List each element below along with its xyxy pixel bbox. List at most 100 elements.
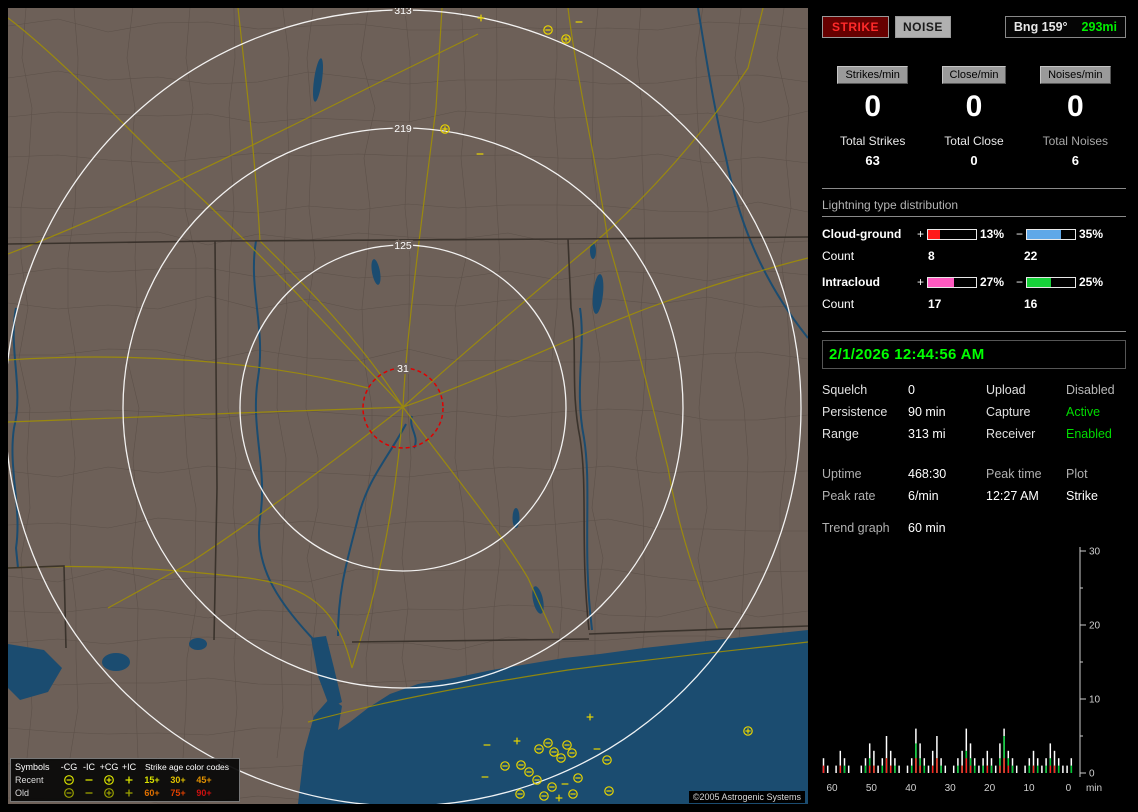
age-code-60: 60+	[144, 787, 160, 798]
age-code-30: 30+	[170, 774, 186, 785]
squelch-label: Squelch	[822, 383, 868, 397]
minus-sign: −	[1015, 227, 1023, 241]
close-per-min-value: 0	[965, 90, 983, 123]
svg-text:20: 20	[984, 783, 996, 794]
svg-text:60: 60	[826, 783, 838, 794]
count-label: Count	[822, 249, 855, 263]
ic-minus-pct: 25%	[1079, 275, 1104, 289]
close-per-min-label: Close/min	[941, 66, 1007, 84]
cg-minus-bar	[1026, 228, 1076, 240]
total-strikes-value: 63	[865, 153, 880, 168]
distribution-title: Lightning type distribution	[822, 198, 1126, 217]
ic-plus-pct: 27%	[980, 275, 1005, 289]
cg-minus-count: 22	[1024, 249, 1038, 263]
age-code-15: 15+	[144, 774, 160, 785]
legend-type-pcg: +CG	[99, 761, 119, 772]
stats-grid: Uptime 468:30 Peak time Plot Peak rate 6…	[822, 467, 1126, 503]
plus-icon	[119, 774, 139, 786]
plus-icon	[119, 787, 139, 799]
receiver-label: Receiver	[986, 427, 1036, 441]
datetime-display: 2/1/2026 12:44:56 AM	[822, 340, 1126, 369]
total-noises-value: 6	[1071, 153, 1079, 168]
total-noises: Total Noises 6	[1025, 134, 1126, 168]
total-close: Total Close 0	[923, 134, 1024, 168]
ic-minus-bar	[1026, 276, 1076, 288]
legend-recent-label: Recent	[15, 774, 44, 785]
intracloud-label: Intracloud	[822, 275, 881, 289]
legend-age-header: Strike age color codes	[144, 761, 230, 772]
minus-icon	[79, 774, 99, 786]
minus-sign: −	[1015, 275, 1023, 289]
range-ring-label: 313	[394, 8, 412, 17]
control-panel: STRIKE NOISE Bng 159° 293mi Strikes/min …	[816, 8, 1130, 804]
total-strikes-label: Total Strikes	[839, 134, 906, 148]
circle-minus-icon	[59, 774, 79, 786]
divider	[822, 331, 1126, 332]
stormvue-app: 313 219 125 31 Symbols -CG -IC +CG +IC Stri…	[0, 0, 1138, 812]
uptime-label: Uptime	[822, 467, 862, 481]
noise-mode-button[interactable]: NOISE	[895, 16, 951, 38]
copyright-text: ©2005 Astrogenic Systems	[688, 791, 805, 803]
legend-type-pic: +IC	[121, 761, 137, 772]
circle-plus-icon	[99, 774, 119, 786]
capture-status: Active	[1066, 405, 1101, 419]
cloud-ground-count-row: Count 8 22	[822, 249, 1126, 263]
legend-symbols-header: Symbols	[15, 761, 50, 772]
cg-plus-bar	[927, 228, 977, 240]
map-canvas: 313 219 125 31	[8, 8, 808, 804]
intracloud-count-row: Count 17 16	[822, 297, 1126, 311]
svg-text:40: 40	[905, 783, 917, 794]
ic-plus-bar	[927, 276, 977, 288]
total-close-label: Total Close	[944, 134, 1004, 148]
capture-label: Capture	[986, 405, 1031, 419]
svg-text:0: 0	[1066, 783, 1072, 794]
settings-grid: Squelch 0 Upload Disabled Persistence 90…	[822, 383, 1126, 441]
noises-per-min-label: Noises/min	[1040, 66, 1111, 84]
age-code-75: 75+	[170, 787, 186, 798]
range-ring-label: 219	[394, 123, 412, 135]
ic-plus-count: 17	[928, 297, 942, 311]
plot-label: Plot	[1066, 467, 1088, 481]
circle-minus-icon	[59, 787, 79, 799]
peak-rate-value: 6/min	[908, 489, 939, 503]
svg-text:min: min	[1086, 783, 1102, 794]
upload-label: Upload	[986, 383, 1026, 397]
total-close-value: 0	[970, 153, 978, 168]
svg-text:30: 30	[945, 783, 957, 794]
trend-window-value: 60 min	[908, 521, 946, 535]
plus-sign: +	[916, 275, 924, 289]
strikes-per-min-label: Strikes/min	[837, 66, 908, 84]
bearing-distance: 293mi	[1081, 20, 1117, 34]
peak-time-value: 12:27 AM	[986, 489, 1039, 503]
plot-value: Strike	[1066, 489, 1098, 503]
total-strikes: Total Strikes 63	[822, 134, 923, 168]
minus-icon	[79, 787, 99, 799]
totals-row: Total Strikes 63 Total Close 0 Total Noi…	[822, 134, 1126, 168]
count-label: Count	[822, 297, 855, 311]
cg-minus-pct: 35%	[1079, 227, 1104, 241]
noises-per-min-value: 0	[1066, 90, 1084, 123]
total-noises-label: Total Noises	[1042, 134, 1108, 148]
persistence-label: Persistence	[822, 405, 888, 419]
trend-graph-label: Trend graph	[822, 521, 890, 535]
legend-type-ncg: -CG	[60, 761, 78, 772]
cg-plus-pct: 13%	[980, 227, 1005, 241]
legend-old-row: Old 60+ 75+ 90+	[15, 786, 235, 799]
legend-type-nic: -IC	[83, 761, 95, 772]
legend-old-label: Old	[15, 787, 30, 798]
uptime-value: 468:30	[908, 467, 947, 481]
age-code-90: 90+	[196, 787, 212, 798]
svg-text:10: 10	[1023, 783, 1035, 794]
mode-row: STRIKE NOISE Bng 159° 293mi	[822, 16, 1126, 38]
trend-graph: 30 20 10 0 60 50 40 30 20 10 0 min	[822, 547, 1102, 794]
svg-text:10: 10	[1089, 695, 1101, 706]
legend-header-row: Symbols -CG -IC +CG +IC Strike age color…	[15, 760, 235, 773]
range-ring-label: 31	[397, 363, 409, 375]
lightning-map: 313 219 125 31 Symbols -CG -IC +CG +IC Stri…	[8, 8, 808, 804]
strike-mode-button[interactable]: STRIKE	[822, 16, 890, 38]
range-label: Range	[822, 427, 859, 441]
range-value: 313 mi	[908, 427, 946, 441]
persistence-value: 90 min	[908, 405, 946, 419]
noises-per-min-meter: Noises/min 0	[1025, 66, 1126, 124]
svg-text:20: 20	[1089, 621, 1101, 632]
